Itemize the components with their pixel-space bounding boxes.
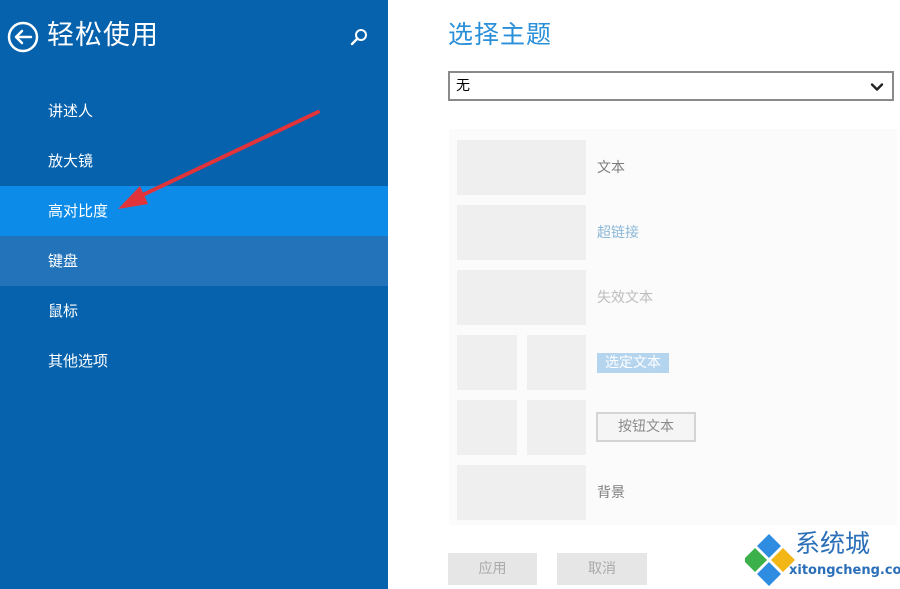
theme-select-value: 无 [456,78,470,94]
watermark-text: 系统城 [795,529,871,558]
apply-button[interactable]: 应用 [448,553,537,585]
disabled-text-color-swatch[interactable] [457,270,586,325]
preview-selected-text: 选定文本 [597,353,669,373]
settings-sidebar: 轻松使用 讲述人 放大镜 高对比度 键盘 鼠标 其他选项 [0,0,388,589]
section-title: 选择主题 [448,20,553,49]
nav-item-other-options[interactable]: 其他选项 [0,336,388,386]
chevron-down-icon [870,83,884,91]
watermark-url: xitongcheng.com [789,563,900,578]
nav-item-mouse[interactable]: 鼠标 [0,286,388,336]
pane-title: 轻松使用 [47,20,159,51]
nav-list: 讲述人 放大镜 高对比度 键盘 鼠标 其他选项 [0,86,388,386]
selected-text-background-swatch[interactable] [527,335,586,390]
nav-item-keyboard[interactable]: 键盘 [0,236,388,286]
nav-item-magnifier[interactable]: 放大镜 [0,136,388,186]
theme-select[interactable]: 无 [448,71,894,101]
preview-disabled-text: 失效文本 [597,290,653,306]
preview-text: 文本 [597,160,625,176]
background-color-swatch[interactable] [457,465,586,520]
back-arrow-icon[interactable] [7,21,39,53]
preview-background: 背景 [597,485,625,501]
preview-button-text: 按钮文本 [596,412,696,442]
nav-item-high-contrast[interactable]: 高对比度 [0,186,388,236]
button-text-foreground-swatch[interactable] [457,400,517,455]
button-text-background-swatch[interactable] [527,400,586,455]
search-icon[interactable] [349,27,369,47]
nav-item-narrator[interactable]: 讲述人 [0,86,388,136]
hyperlink-color-swatch[interactable] [457,205,586,260]
main-content: 选择主题 无 文本 超链接 失效文本 选定文本 按钮文本 背景 应用 取消 [388,0,900,589]
cancel-button[interactable]: 取消 [557,553,647,585]
diamond-logo-icon [745,534,795,586]
text-color-swatch[interactable] [457,140,586,195]
selected-text-foreground-swatch[interactable] [457,335,517,390]
theme-preview: 文本 超链接 失效文本 选定文本 按钮文本 背景 [449,129,897,525]
preview-hyperlink: 超链接 [597,225,639,241]
watermark: 系统城 xitongcheng.com [745,529,900,589]
